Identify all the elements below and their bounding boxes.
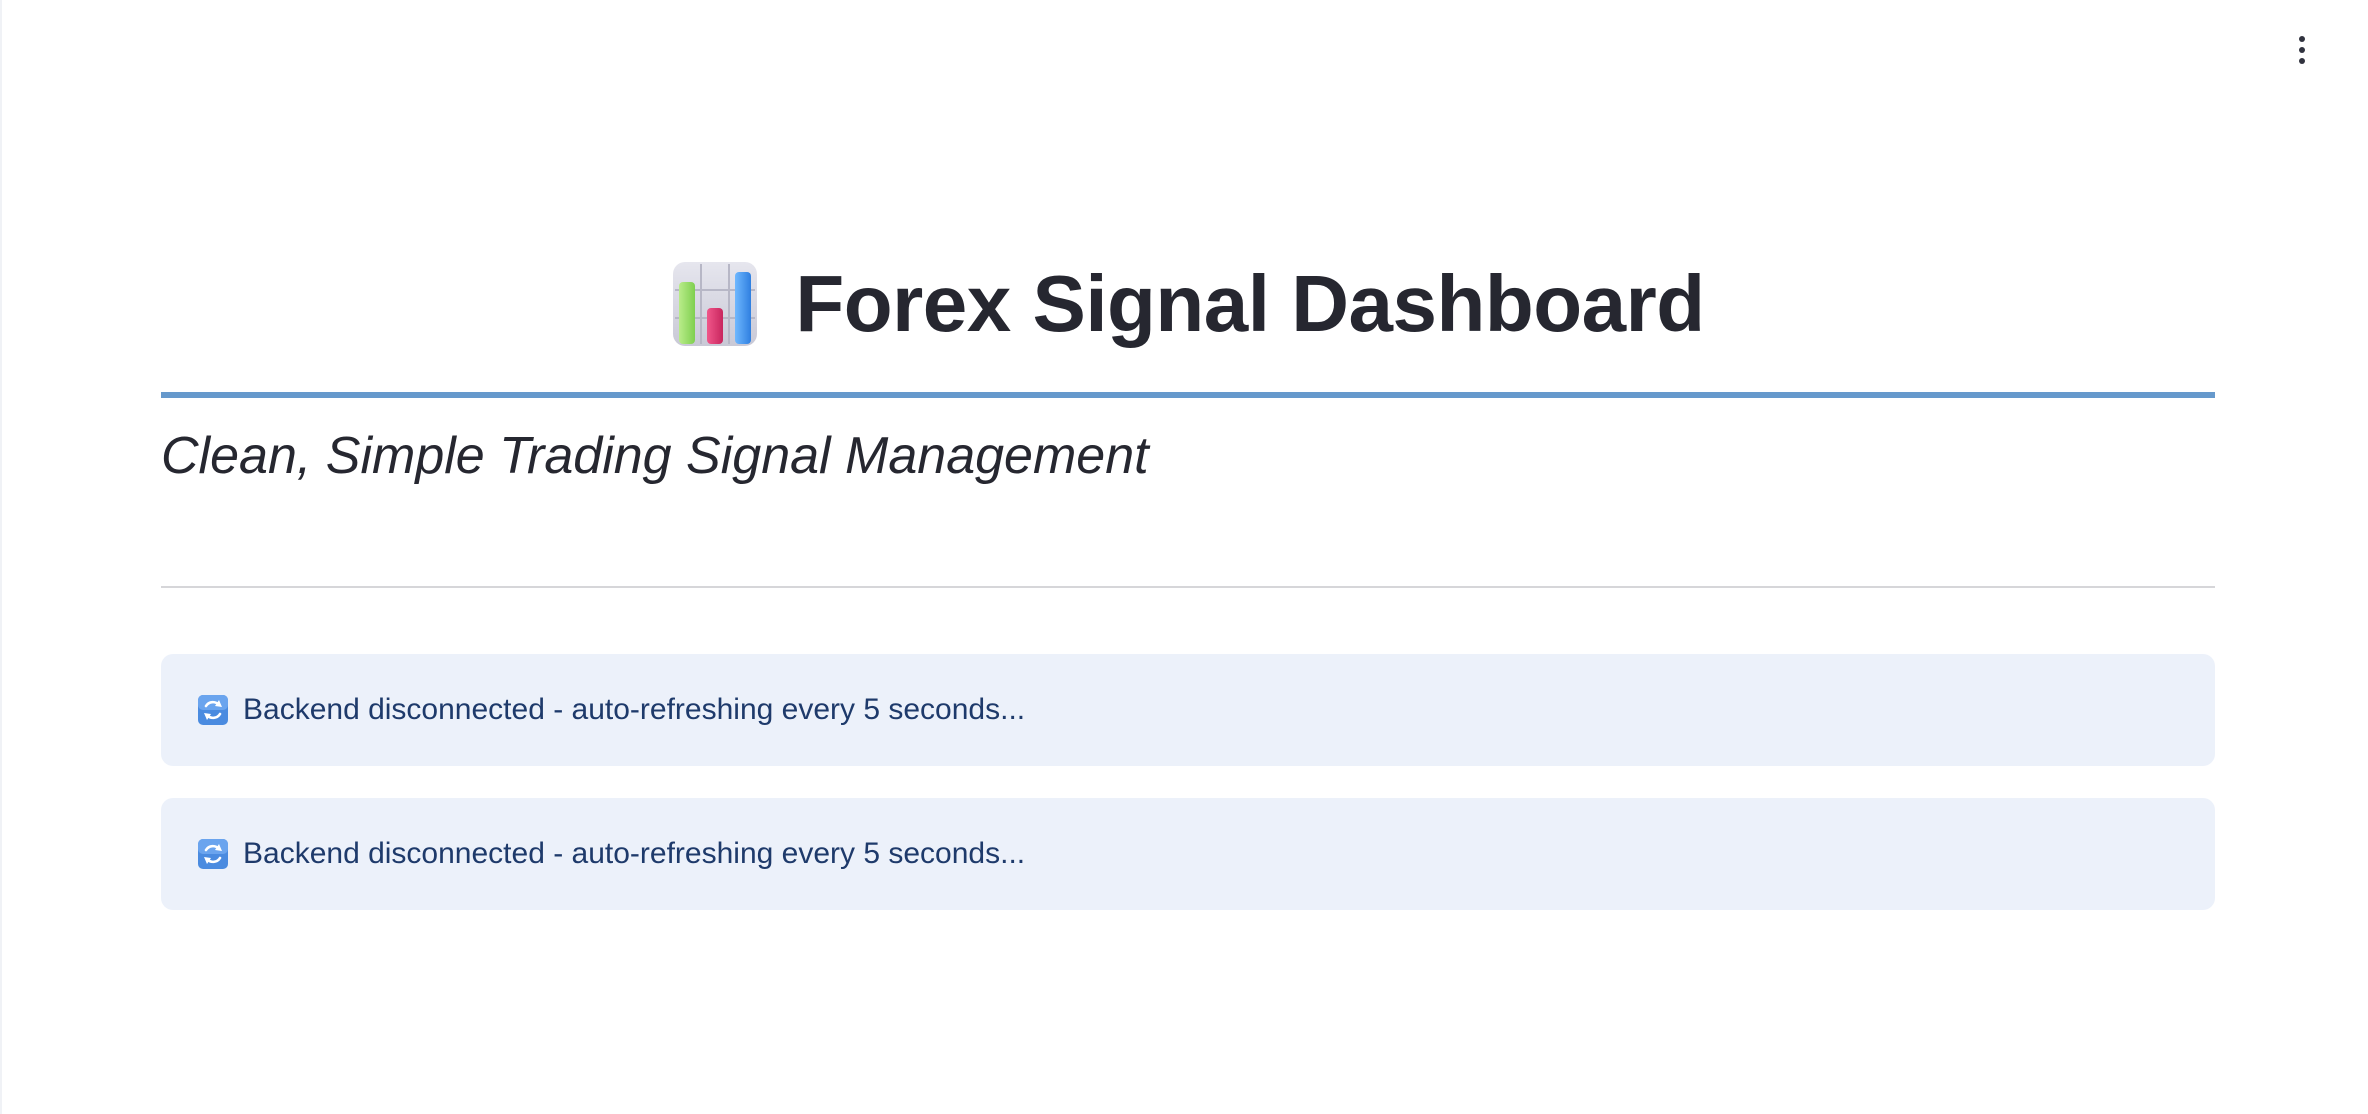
section-divider (161, 586, 2215, 588)
info-alert: Backend disconnected - auto-refreshing e… (161, 798, 2215, 910)
page-header: Forex Signal Dashboard (161, 254, 2215, 354)
bar-chart-icon (673, 262, 758, 346)
title-underline (161, 392, 2215, 398)
vertical-ellipsis-icon-dot (2299, 47, 2305, 53)
info-alert: Backend disconnected - auto-refreshing e… (161, 654, 2215, 766)
page-subtitle: Clean, Simple Trading Signal Management (161, 427, 1149, 485)
alert-message: Backend disconnected - auto-refreshing e… (243, 693, 1026, 726)
vertical-ellipsis-icon (2299, 36, 2305, 42)
alert-message: Backend disconnected - auto-refreshing e… (243, 837, 1026, 870)
arrows-counterclockwise-icon (198, 839, 228, 869)
app-window: Forex Signal Dashboard Clean, Simple Tra… (0, 0, 2368, 1114)
arrows-counterclockwise-icon (198, 695, 228, 725)
page-title: Forex Signal Dashboard (795, 259, 1705, 348)
vertical-ellipsis-icon-dot (2299, 58, 2305, 64)
main-menu-button[interactable] (2282, 28, 2322, 72)
sidebar-edge (0, 0, 2, 1114)
